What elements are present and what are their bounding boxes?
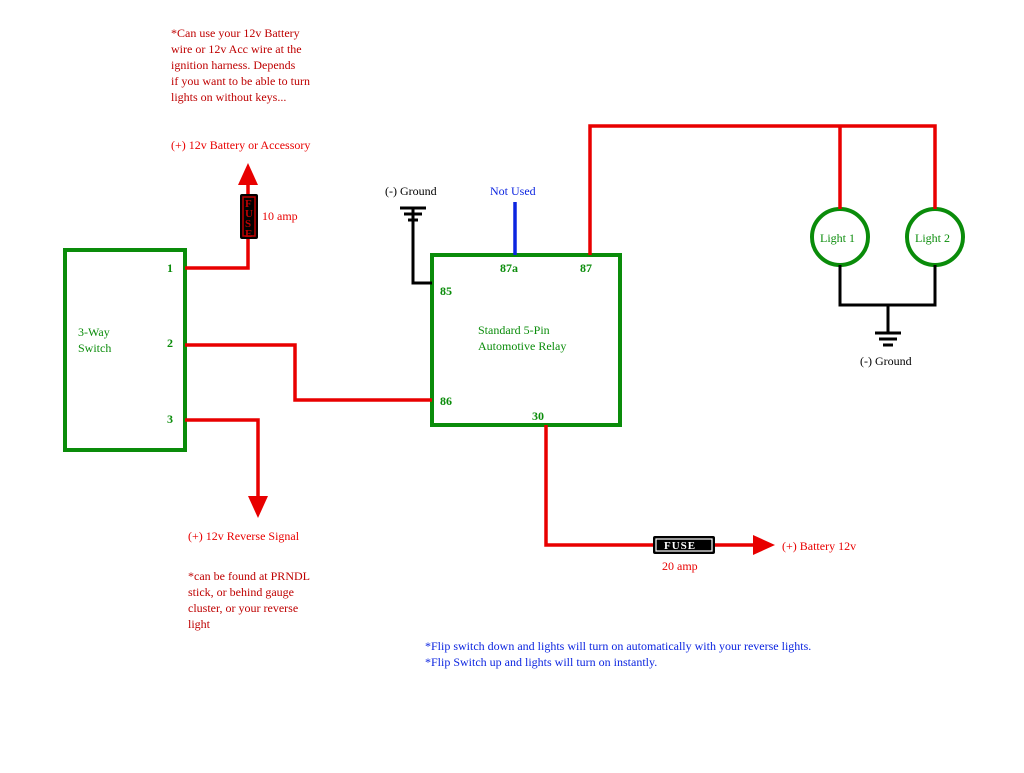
arrow-batt-acc (238, 163, 258, 185)
svg-text:*can be found at PRNDL: *can be found at PRNDL (188, 569, 310, 583)
wire-relay30-to-batt (546, 425, 758, 545)
svg-text:stick, or behind gauge: stick, or behind gauge (188, 585, 294, 599)
ground-icon-right (875, 333, 901, 345)
battery-12v-label: (+) Battery 12v (782, 539, 856, 553)
ground-left-label: (-) Ground (385, 184, 437, 198)
fuse-20-label: 20 amp (662, 559, 698, 573)
wire-pin3-down (185, 420, 258, 500)
svg-text:*Flip switch down and lights w: *Flip switch down and lights will turn o… (425, 639, 811, 653)
fuse-word: FUSE (664, 540, 696, 552)
reverse-signal-label: (+) 12v Reverse Signal (188, 529, 300, 543)
switch-pin-1: 1 (167, 261, 173, 275)
switch-title-1: 3-Way (78, 325, 110, 339)
fuse-10-label: 10 amp (262, 209, 298, 223)
wiring-diagram: 3-Way Switch 1 2 3 Standard 5-Pin Automo… (0, 0, 1024, 768)
light-1-label: Light 1 (820, 231, 855, 245)
light-2-label: Light 2 (915, 231, 950, 245)
svg-text:wire or 12v Acc wire at the: wire or 12v Acc wire at the (171, 42, 302, 56)
svg-text:light: light (188, 617, 211, 631)
svg-text:*Flip Switch up and lights wil: *Flip Switch up and lights will turn on … (425, 655, 657, 669)
svg-text:E: E (245, 228, 252, 240)
svg-text:ignition harness. Depends: ignition harness. Depends (171, 58, 296, 72)
arrow-reverse (248, 496, 268, 518)
wire-relay87-to-lights (590, 126, 935, 255)
wire-lights-ground (840, 265, 935, 333)
relay-title-1: Standard 5-Pin (478, 323, 550, 337)
note-switch-behavior: *Flip switch down and lights will turn o… (425, 639, 811, 669)
relay-pin-86: 86 (440, 394, 452, 408)
relay-title-2: Automotive Relay (478, 339, 566, 353)
wire-pin1-to-batt (185, 180, 248, 268)
svg-text:*Can use your 12v Battery: *Can use your 12v Battery (171, 26, 300, 40)
relay-pin-87: 87 (580, 261, 592, 275)
relay-pin-85: 85 (440, 284, 452, 298)
note-battery-source: *Can use your 12v Battery wire or 12v Ac… (171, 26, 310, 104)
ground-right-label: (-) Ground (860, 354, 912, 368)
svg-text:lights on without keys...: lights on without keys... (171, 90, 286, 104)
relay-pin-30: 30 (532, 409, 544, 423)
relay-pin-87a: 87a (500, 261, 518, 275)
svg-text:cluster, or your reverse: cluster, or your reverse (188, 601, 298, 615)
svg-text:if you want to be able to turn: if you want to be able to turn (171, 74, 310, 88)
note-reverse-source: *can be found at PRNDL stick, or behind … (188, 569, 310, 631)
arrow-battery-12v (753, 535, 775, 555)
wire-pin2-to-relay86 (185, 345, 432, 400)
switch-pin-2: 2 (167, 336, 173, 350)
batt-or-acc-label: (+) 12v Battery or Accessory (171, 138, 310, 152)
switch-pin-3: 3 (167, 412, 173, 426)
not-used-label: Not Used (490, 184, 536, 198)
switch-title-2: Switch (78, 341, 111, 355)
